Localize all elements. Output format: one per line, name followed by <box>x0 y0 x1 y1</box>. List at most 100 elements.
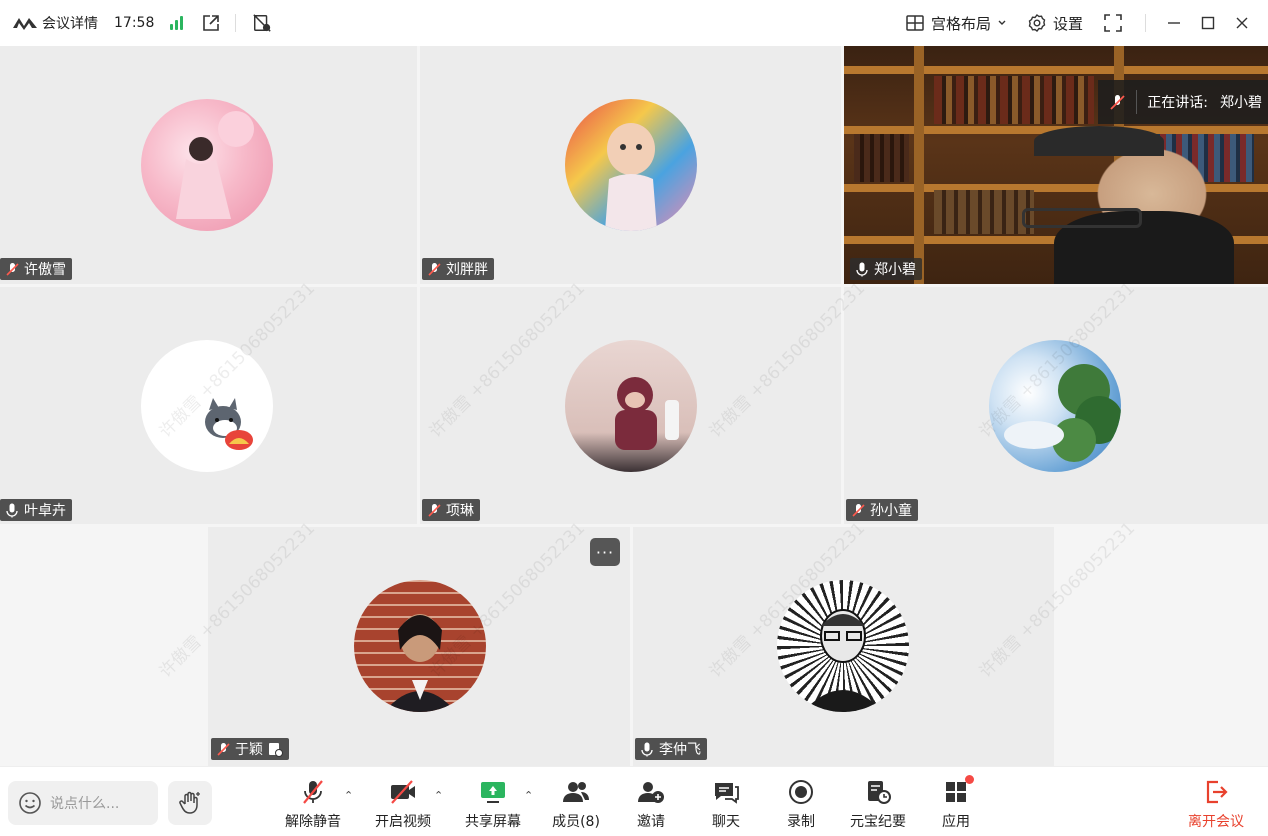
camera-off-icon <box>391 780 415 804</box>
minutes-label: 元宝纪要 <box>850 814 906 830</box>
unmute-button[interactable]: 解除静音 <box>278 777 348 831</box>
meeting-details-link[interactable]: 会议详情 <box>42 13 98 33</box>
divider <box>235 14 237 32</box>
grid-icon <box>906 15 924 31</box>
title-bar: 会议详情 17:58 宫格布局 设置 <box>0 0 1268 46</box>
minutes-icon <box>868 781 891 804</box>
minimize-icon <box>1168 22 1180 24</box>
apps-label: 应用 <box>942 814 970 830</box>
grid-layout-label: 宫格布局 <box>930 14 991 33</box>
maximize-button[interactable] <box>1200 15 1216 31</box>
participant-name-tag: 李仲飞 <box>635 738 707 760</box>
mic-options-caret[interactable]: ⌃ <box>344 789 353 802</box>
participant-tile[interactable]: 叶卓卉 <box>0 287 417 524</box>
share-screen-button[interactable]: 共享屏幕 <box>458 777 528 831</box>
grid-layout-button[interactable]: 宫格布局 <box>905 13 1007 34</box>
cat-sweater-avatar <box>565 340 697 472</box>
speaking-name: 郑小碧 <box>1220 95 1262 111</box>
participant-name-tag: 郑小碧 <box>850 258 922 280</box>
participant-tile[interactable]: 孙小童 <box>844 287 1268 524</box>
mic-icon <box>641 742 653 757</box>
settings-button[interactable]: 设置 <box>1027 13 1083 34</box>
share-options-caret[interactable]: ⌃ <box>524 789 533 802</box>
speaking-label: 正在讲话: <box>1147 95 1208 111</box>
mic-muted-icon <box>217 743 230 756</box>
close-icon <box>1236 17 1248 29</box>
participant-name: 叶卓卉 <box>24 503 66 519</box>
minutes-off-icon[interactable] <box>252 13 272 33</box>
mic-icon <box>6 503 18 518</box>
minutes-button[interactable]: 元宝纪要 <box>843 777 913 831</box>
participant-name: 孙小童 <box>870 503 912 519</box>
settings-label: 设置 <box>1052 14 1083 33</box>
meeting-duration: 17:58 <box>114 15 155 31</box>
more-options-button[interactable]: ··· <box>590 538 620 566</box>
quick-chat-input[interactable]: 说点什么... <box>8 781 158 825</box>
leave-meeting-button[interactable]: 离开会议 <box>1181 777 1251 831</box>
leave-meeting-label: 离开会议 <box>1188 814 1244 830</box>
participant-name: 于颖 <box>235 742 263 758</box>
network-signal-icon[interactable] <box>170 16 184 30</box>
participant-name: 李仲飞 <box>659 742 701 758</box>
notification-dot <box>965 775 974 784</box>
participant-tile[interactable]: 许傲雪 <box>0 46 417 284</box>
invite-label: 邀请 <box>637 814 665 830</box>
mic-muted-icon <box>6 263 19 276</box>
video-options-caret[interactable]: ⌃ <box>434 789 443 802</box>
record-icon <box>789 780 813 804</box>
man-sketch-avatar <box>777 580 909 712</box>
chat-label: 聊天 <box>712 814 740 830</box>
participant-tile[interactable]: 李仲飞 <box>633 527 1054 766</box>
record-button[interactable]: 录制 <box>766 777 836 831</box>
maximize-icon <box>1201 16 1215 30</box>
fullscreen-icon[interactable] <box>1103 13 1123 33</box>
pink-girl-avatar <box>141 99 273 231</box>
unmute-label: 解除静音 <box>285 814 341 830</box>
mic-muted-icon <box>428 504 441 517</box>
participant-tile[interactable]: 项琳 <box>420 287 841 524</box>
share-screen-icon <box>481 782 505 803</box>
invite-button[interactable]: 邀请 <box>616 777 686 831</box>
mic-muted-icon <box>1110 95 1125 110</box>
participant-name: 项琳 <box>446 503 474 519</box>
chat-placeholder: 说点什么... <box>50 796 120 812</box>
participant-tile[interactable]: ··· 于颖 <box>208 527 630 766</box>
popout-icon[interactable] <box>201 13 221 33</box>
add-user-icon <box>638 782 664 803</box>
gear-icon <box>1028 14 1046 32</box>
participant-name-tag: 刘胖胖 <box>422 258 494 280</box>
members-label: 成员(8) <box>552 814 600 830</box>
mic-muted-icon <box>428 263 441 276</box>
chevron-down-icon <box>998 20 1006 25</box>
start-video-label: 开启视频 <box>375 814 431 830</box>
video-grid: 许傲雪 刘胖胖 正在讲话: 郑小碧 郑小碧 叶卓卉 项琳 孙小童 ··· 于颖 … <box>0 46 1268 766</box>
minutes-icon <box>269 743 283 757</box>
husky-cartoon-avatar <box>141 340 273 472</box>
participant-tile[interactable]: 刘胖胖 <box>420 46 841 284</box>
meeting-logo-icon <box>13 18 37 30</box>
members-button[interactable]: 成员(8) <box>541 777 611 831</box>
participant-name-tag: 叶卓卉 <box>0 499 72 521</box>
divider <box>1145 14 1146 32</box>
raise-hand-button[interactable] <box>168 781 212 825</box>
apps-button[interactable]: 应用 <box>921 775 991 831</box>
mic-muted-icon <box>303 780 323 804</box>
share-screen-label: 共享屏幕 <box>465 814 521 830</box>
participant-name: 刘胖胖 <box>446 262 488 278</box>
bottom-toolbar: 说点什么... 解除静音 ⌃ 开启视频 ⌃ 共享屏幕 ⌃ 成员(8) 邀请 聊天… <box>0 766 1268 836</box>
mic-muted-icon <box>852 504 865 517</box>
chat-icon <box>715 783 739 804</box>
members-icon <box>563 782 589 802</box>
close-button[interactable] <box>1234 15 1250 31</box>
start-video-button[interactable]: 开启视频 <box>368 777 438 831</box>
participant-name-tag: 项琳 <box>422 499 480 521</box>
exit-icon <box>1206 780 1228 804</box>
minimize-button[interactable] <box>1166 15 1182 31</box>
active-speaker-tile[interactable]: 正在讲话: 郑小碧 郑小碧 <box>844 46 1268 284</box>
chat-button[interactable]: 聊天 <box>691 777 761 831</box>
participant-name-tag: 许傲雪 <box>0 258 72 280</box>
participant-name-tag: 孙小童 <box>846 499 918 521</box>
sky-tree-avatar <box>989 340 1121 472</box>
speaking-indicator: 正在讲话: 郑小碧 <box>1098 80 1268 124</box>
baby-avatar <box>565 99 697 231</box>
